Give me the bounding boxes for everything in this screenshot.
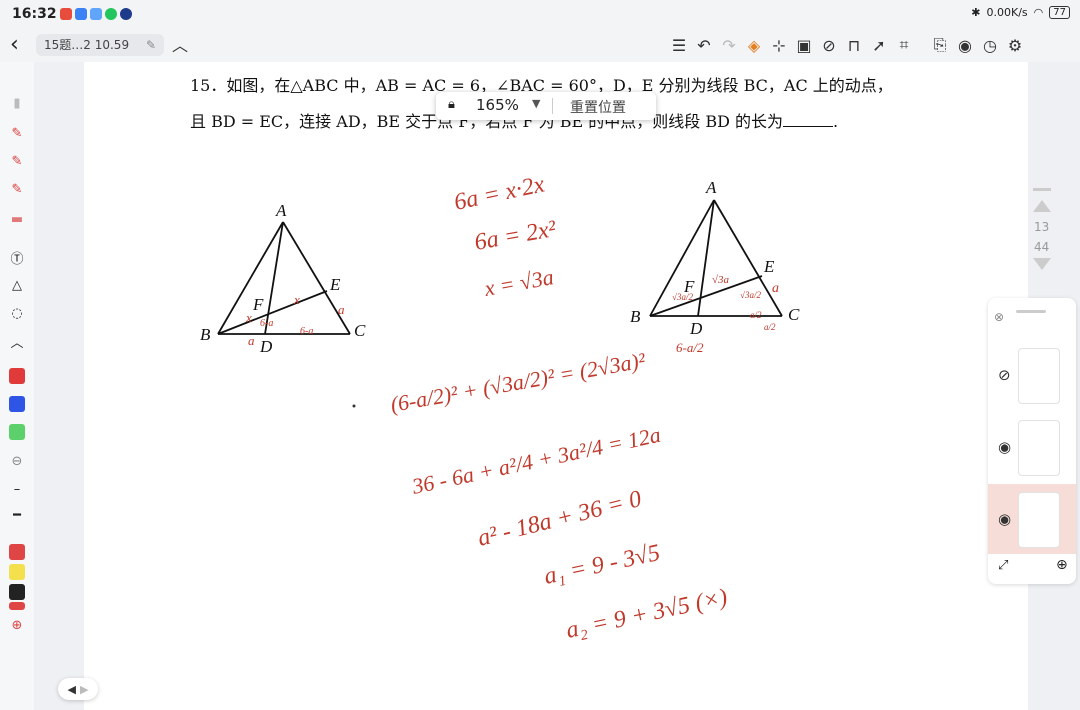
label-e-right: E: [763, 257, 775, 276]
hw-work-bottom-5: a₂ = 9 + 3√5 (×): [564, 584, 730, 644]
expand-icon[interactable]: ⤢: [998, 558, 1008, 573]
label-d-left: D: [259, 337, 273, 356]
right-triangle-figure: [649, 199, 783, 317]
reset-position-button[interactable]: 重置位置: [570, 97, 626, 117]
prev-page-icon[interactable]: ◀: [68, 683, 76, 696]
hw-right-mark-1: √3a: [712, 274, 730, 286]
label-d-right: D: [689, 319, 703, 338]
zoom-divider: [552, 98, 553, 114]
hw-left-x1: x: [245, 310, 252, 325]
hw-right-mark-5: 6-a/2: [676, 340, 704, 355]
label-c-right: C: [788, 305, 800, 324]
layer-row-active[interactable]: ◉: [988, 484, 1076, 554]
hw-work-bottom-4: a₁ = 9 - 3√5: [542, 540, 663, 590]
hw-left-a2: a: [338, 302, 345, 317]
zoom-level[interactable]: 165%: [476, 96, 519, 114]
page-total: 44: [1034, 240, 1050, 254]
layer-thumbnail[interactable]: [1018, 348, 1060, 404]
hw-right-mark-6: √3a/2: [672, 292, 693, 302]
stray-dot: [352, 404, 356, 408]
eye-off-icon[interactable]: ⊘: [998, 366, 1011, 384]
bottom-page-nav: ◀ ▶: [58, 678, 98, 700]
page-current: 13: [1034, 220, 1050, 234]
hw-work-top-1: 6a = x·2x: [452, 171, 547, 216]
label-c-left: C: [354, 321, 366, 340]
hw-left-6a2: 6-a: [300, 326, 313, 337]
hw-right-mark-7: a/2: [750, 310, 762, 320]
zoom-popup: 🔒︎ 165% ▼ 重置位置: [436, 92, 656, 120]
eye-icon[interactable]: ◉: [998, 510, 1011, 528]
page-up-arrow: [1033, 200, 1051, 212]
plus-icon[interactable]: ⊕: [1056, 557, 1068, 573]
page-down-arrow: [1033, 258, 1051, 270]
hw-work-bottom-3: a² - 18a + 36 = 0: [475, 486, 644, 552]
panel-drag-handle[interactable]: [1016, 310, 1046, 313]
hw-work-top-3: x = √3a: [482, 264, 556, 301]
close-icon[interactable]: ⊗: [994, 310, 1004, 324]
hw-left-x2: x: [293, 292, 300, 307]
label-e-left: E: [329, 275, 341, 294]
layer-row[interactable]: ⊘: [988, 340, 1076, 410]
layers-panel: ⊗ ⊘ ◉ ◉ ⤢ ⊕: [988, 298, 1076, 584]
hw-right-mark-2: a: [772, 281, 779, 296]
hw-right-mark-3: √3a/2: [740, 290, 761, 300]
label-a-right: A: [705, 178, 717, 197]
hw-left-a1: a: [248, 333, 255, 348]
next-page-icon[interactable]: ▶: [80, 683, 88, 696]
hw-work-bottom-1: (6-a/2)² + (√3a/2)² = (2√3a)²: [389, 347, 648, 417]
eye-icon[interactable]: ◉: [998, 438, 1011, 456]
hw-work-top-2: 6a = 2x²: [473, 216, 559, 256]
layer-thumbnail[interactable]: [1018, 420, 1060, 476]
page-nav-top-bar: [1033, 188, 1051, 191]
caret-down-icon[interactable]: ▼: [532, 97, 540, 110]
hw-right-mark-4: a/2: [764, 322, 776, 332]
layer-thumbnail[interactable]: [1018, 492, 1060, 548]
lock-icon[interactable]: 🔒︎: [448, 97, 455, 112]
label-b-left: B: [200, 325, 211, 344]
layer-row[interactable]: ◉: [988, 412, 1076, 482]
page-nav-graphics: [1033, 188, 1051, 270]
label-a-left: A: [275, 201, 287, 220]
label-b-right: B: [630, 307, 641, 326]
hw-work-bottom-2: 36 - 6a + a²/4 + 3a²/4 = 12a: [409, 422, 663, 499]
hw-left-6a1: 6-a: [260, 318, 273, 329]
label-f-left: F: [252, 295, 264, 314]
